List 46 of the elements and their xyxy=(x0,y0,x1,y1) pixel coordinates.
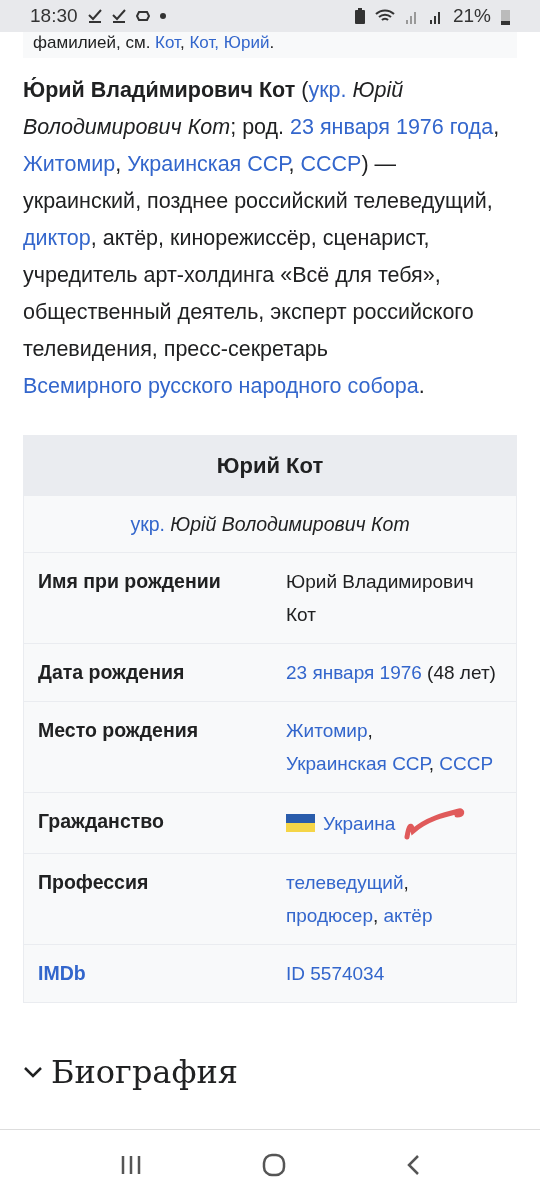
recent-apps-icon[interactable] xyxy=(120,1155,142,1175)
check-icon xyxy=(111,9,126,23)
link[interactable]: Украинская ССР xyxy=(127,152,289,176)
link[interactable]: Житомир xyxy=(23,152,116,176)
dot-icon xyxy=(159,13,166,19)
link[interactable]: 23 января 1976 xyxy=(286,662,422,683)
link[interactable]: укр. xyxy=(308,78,347,102)
link[interactable]: 23 января 1976 года xyxy=(290,115,494,139)
link[interactable]: актёр xyxy=(383,905,433,926)
link[interactable]: телеведущий xyxy=(286,872,404,893)
link[interactable]: Кот xyxy=(155,33,180,52)
row-value: 23 января 1976 (48 лет) xyxy=(286,661,496,685)
notice-text: фамилией, см. Кот, Кот, Юрий. xyxy=(33,34,275,52)
row-value: Житомир, Украинская ССР, СССР xyxy=(286,719,495,776)
row-label: Имя при рождении xyxy=(38,570,221,592)
battery-percent: 21% xyxy=(452,5,491,27)
clock-time: 18:30 xyxy=(30,5,78,27)
intro-paragraph: Ю́рий Влади́мирович Кот (укр. Юрій Володимирович Кот; род. 23 января 1976 года, Житомир, Украинская ССР, СССР) — украинский, позднее российский телеведущий, диктор, актёр, кинорежиссёр, сценарист, учредитель арт-холдинга «Всё для тебя», общественный деятель, эксперт российского телевидения, пресс-секретарь Всемирного русского народного собора. xyxy=(23,76,501,400)
link[interactable]: диктор xyxy=(23,226,91,250)
link[interactable]: продюсер xyxy=(286,905,373,926)
row-value: телеведущий, продюсер, актёр xyxy=(286,871,434,928)
row-label: Дата рождения xyxy=(38,661,185,683)
infobox-subtitle: укр. Юрій Володимирович Кот xyxy=(130,512,410,536)
hexagon-icon xyxy=(135,11,150,21)
infobox-title: Юрий Кот xyxy=(24,436,516,496)
battery-saver-icon xyxy=(354,8,365,24)
link[interactable]: укр. xyxy=(130,512,165,535)
battery-icon xyxy=(501,7,510,25)
row-label: Место рождения xyxy=(38,719,199,741)
home-icon[interactable] xyxy=(262,1153,286,1177)
link[interactable]: Всемирного русского народного собора xyxy=(23,374,419,398)
chevron-down-icon[interactable] xyxy=(23,1066,43,1078)
link[interactable]: Кот, Юрий xyxy=(189,33,270,52)
link[interactable]: Украинская ССР xyxy=(286,753,429,774)
section-heading: Биография xyxy=(51,1053,238,1091)
link[interactable]: Житомир xyxy=(286,720,368,741)
link[interactable]: СССР xyxy=(439,753,494,774)
check-icon xyxy=(87,9,102,23)
back-icon[interactable] xyxy=(406,1154,420,1176)
link[interactable]: Украина xyxy=(323,812,396,834)
row-label: Профессия xyxy=(38,871,149,893)
row-value: Юрий Владимирович Кот xyxy=(286,570,475,627)
row-label: Гражданство xyxy=(38,810,164,832)
label-link[interactable]: IMDb xyxy=(38,962,86,984)
link[interactable]: СССР xyxy=(300,152,362,176)
link[interactable]: ID 5574034 xyxy=(286,963,385,984)
